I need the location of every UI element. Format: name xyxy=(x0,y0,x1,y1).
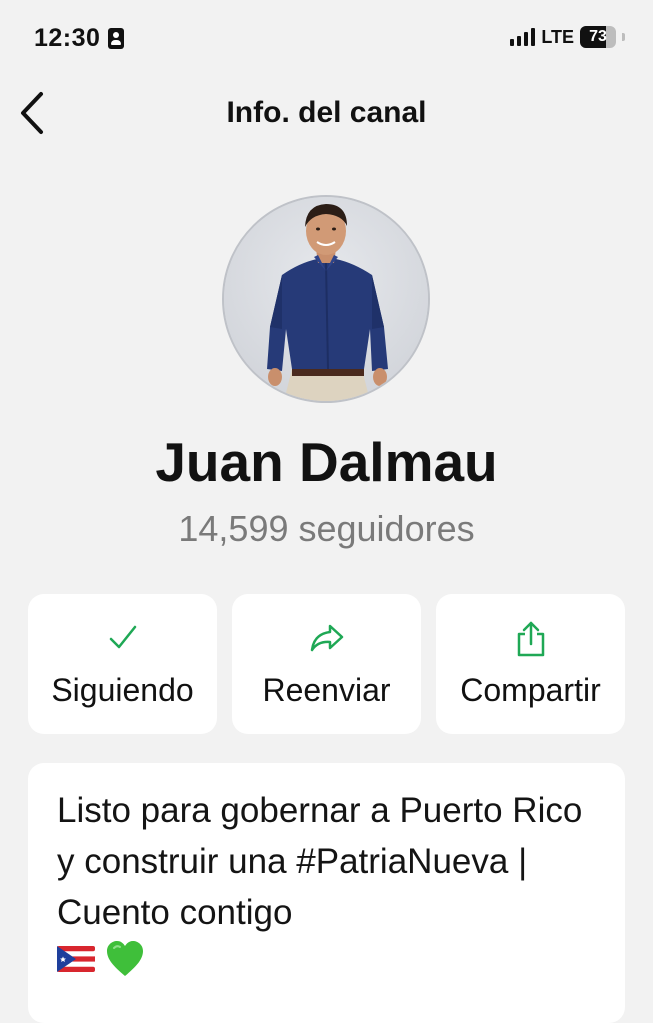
status-bar: 12:30 LTE 73 xyxy=(0,0,653,80)
description-emojis xyxy=(57,940,145,978)
channel-name: Juan Dalmau xyxy=(155,431,498,493)
status-indicators: LTE 73 xyxy=(510,26,625,48)
channel-description: Listo para gobernar a Puerto Rico y cons… xyxy=(28,763,625,1023)
share-label: Compartir xyxy=(460,672,601,708)
share-button[interactable]: Compartir xyxy=(436,594,625,734)
forward-arrow-icon xyxy=(310,624,343,652)
green-heart-icon xyxy=(107,941,143,976)
status-time: 12:30 xyxy=(34,24,125,53)
forward-label: Reenviar xyxy=(262,672,391,708)
navigation-header: Info. del canal xyxy=(0,80,653,146)
share-icon xyxy=(517,621,544,657)
battery-nub xyxy=(622,33,625,41)
contact-card-icon xyxy=(108,28,125,49)
page-title: Info. del canal xyxy=(226,96,427,129)
network-type: LTE xyxy=(541,26,574,47)
puerto-rico-flag-icon xyxy=(57,946,95,972)
battery-icon: 73 xyxy=(580,26,616,48)
checkmark-icon xyxy=(109,625,136,649)
channel-actions: Siguiendo Reenviar Compartir xyxy=(28,594,625,734)
forward-button[interactable]: Reenviar xyxy=(232,594,421,734)
following-button[interactable]: Siguiendo xyxy=(28,594,217,734)
person-photo xyxy=(224,197,428,401)
following-label: Siguiendo xyxy=(51,672,194,708)
battery-percent: 73 xyxy=(589,28,607,45)
status-time-label: 12:30 xyxy=(34,24,101,52)
follower-count: 14,599 seguidores xyxy=(178,508,475,549)
channel-avatar[interactable] xyxy=(222,195,430,403)
cellular-signal-icon xyxy=(510,28,536,46)
description-text: Listo para gobernar a Puerto Rico y cons… xyxy=(57,791,583,932)
